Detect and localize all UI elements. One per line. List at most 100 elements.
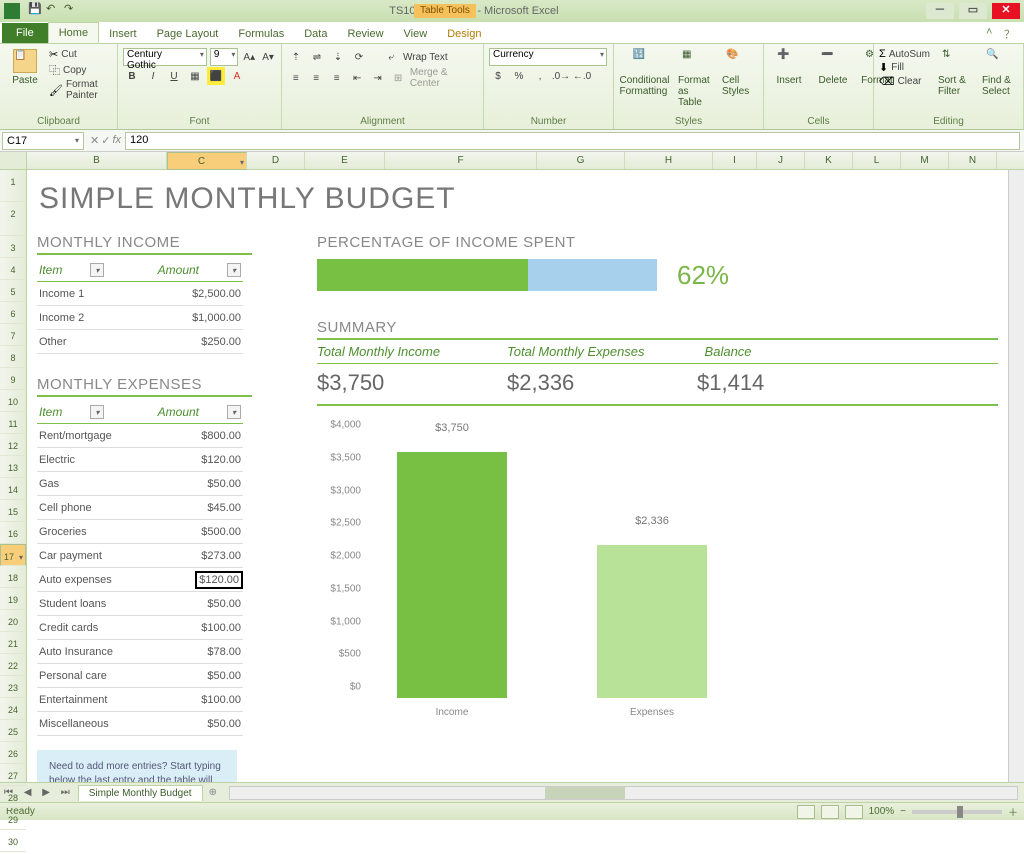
table-row[interactable]: Auto expenses$120.00 (37, 568, 243, 592)
merge-center-button[interactable]: ⊞ (389, 69, 406, 87)
row-header[interactable]: 6 (0, 302, 26, 324)
col-header[interactable]: M (901, 152, 949, 169)
indent-dec-icon[interactable]: ⇤ (348, 69, 365, 87)
save-icon[interactable]: 💾 (28, 2, 42, 16)
table-row[interactable]: Gas$50.00 (37, 472, 243, 496)
tab-insert[interactable]: Insert (99, 24, 147, 43)
font-name-select[interactable]: Century Gothic (123, 48, 207, 66)
row-header[interactable]: 21 (0, 632, 26, 654)
col-header[interactable]: J (757, 152, 805, 169)
table-row[interactable]: Miscellaneous$50.00 (37, 712, 243, 736)
row-header[interactable]: 2 (0, 202, 26, 236)
align-middle-icon[interactable]: ⇌ (308, 48, 326, 66)
autosum-button[interactable]: Σ AutoSum (879, 48, 930, 60)
find-select-button[interactable]: 🔍Find & Select (978, 47, 1018, 99)
horizontal-scrollbar[interactable] (229, 786, 1018, 800)
row-header[interactable]: 13 (0, 456, 26, 478)
paste-button[interactable]: 📋Paste (5, 47, 45, 88)
border-button[interactable]: ▦ (186, 67, 204, 85)
maximize-button[interactable]: ▭ (959, 3, 987, 19)
zoom-slider[interactable] (912, 810, 1002, 814)
tab-view[interactable]: View (394, 24, 438, 43)
table-row[interactable]: Student loans$50.00 (37, 592, 243, 616)
row-header[interactable]: 1 (0, 170, 26, 202)
table-row[interactable]: Cell phone$45.00 (37, 496, 243, 520)
clear-button[interactable]: ⌫ Clear (879, 75, 930, 88)
row-header[interactable]: 14 (0, 478, 26, 500)
align-top-icon[interactable]: ⇡ (287, 48, 305, 66)
underline-button[interactable]: U (165, 67, 183, 85)
close-button[interactable]: ✕ (992, 3, 1020, 19)
tab-review[interactable]: Review (337, 24, 393, 43)
zoom-out-icon[interactable]: − (900, 806, 906, 817)
select-all-corner[interactable] (0, 152, 27, 169)
tab-data[interactable]: Data (294, 24, 337, 43)
font-color-button[interactable]: A (228, 67, 246, 85)
sheet-tab[interactable]: Simple Monthly Budget (78, 785, 203, 801)
col-header[interactable]: I (713, 152, 757, 169)
col-header[interactable]: H (625, 152, 713, 169)
name-box[interactable]: C17 (2, 132, 84, 150)
enter-formula-icon[interactable]: ✓ (101, 134, 110, 147)
tab-file[interactable]: File (2, 23, 48, 43)
row-header[interactable]: 3 (0, 236, 26, 258)
table-row[interactable]: Income 1$2,500.00 (37, 282, 243, 306)
fx-icon[interactable]: fx (112, 134, 121, 147)
undo-icon[interactable]: ↶ (46, 2, 60, 16)
grid[interactable]: SIMPLE MONTHLY BUDGET MONTHLY INCOME Ite… (27, 170, 1008, 782)
tab-formulas[interactable]: Formulas (228, 24, 294, 43)
orientation-icon[interactable]: ⟳ (350, 48, 368, 66)
row-header[interactable]: 20 (0, 610, 26, 632)
row-header[interactable]: 28 (0, 786, 26, 808)
row-header[interactable]: 22 (0, 654, 26, 676)
fill-button[interactable]: ⬇ Fill (879, 61, 930, 74)
align-left-icon[interactable]: ≡ (287, 69, 304, 87)
fill-color-button[interactable]: ⬛ (207, 67, 225, 85)
filter-icon[interactable]: ▾ (227, 263, 241, 277)
row-header[interactable]: 30 (0, 830, 26, 852)
font-size-select[interactable]: 9 (210, 48, 239, 66)
row-header[interactable]: 5 (0, 280, 26, 302)
zoom-level[interactable]: 100% (869, 806, 895, 817)
new-sheet-icon[interactable]: ⊕ (203, 787, 223, 798)
table-row[interactable]: Income 2$1,000.00 (37, 306, 243, 330)
minimize-ribbon-icon[interactable]: ˄ (986, 26, 1000, 40)
tab-home[interactable]: Home (48, 22, 99, 43)
redo-icon[interactable]: ↷ (64, 2, 78, 16)
col-header[interactable]: B (27, 152, 167, 169)
row-header[interactable]: 24 (0, 698, 26, 720)
indent-inc-icon[interactable]: ⇥ (369, 69, 386, 87)
row-header[interactable]: 27 (0, 764, 26, 786)
cancel-formula-icon[interactable]: ✕ (90, 134, 99, 147)
format-as-table-button[interactable]: ▦Format as Table (674, 47, 714, 110)
percent-icon[interactable]: % (510, 67, 528, 85)
table-row[interactable]: Rent/mortgage$800.00 (37, 424, 243, 448)
row-header[interactable]: 15 (0, 500, 26, 522)
worksheet[interactable]: 1234567891011121314151617181920212223242… (0, 170, 1024, 782)
align-center-icon[interactable]: ≡ (307, 69, 324, 87)
row-header[interactable]: 19 (0, 588, 26, 610)
filter-icon[interactable]: ▾ (227, 405, 241, 419)
help-icon[interactable]: ？ (1004, 26, 1018, 40)
row-header[interactable]: 7 (0, 324, 26, 346)
delete-cells-button[interactable]: ➖Delete (813, 47, 853, 88)
table-row[interactable]: Groceries$500.00 (37, 520, 243, 544)
row-header[interactable]: 25 (0, 720, 26, 742)
col-header[interactable]: N (949, 152, 997, 169)
col-header[interactable]: K (805, 152, 853, 169)
row-header[interactable]: 11 (0, 412, 26, 434)
sort-filter-button[interactable]: ⇅Sort & Filter (934, 47, 974, 99)
filter-icon[interactable]: ▾ (90, 263, 104, 277)
formula-input[interactable]: 120 (125, 132, 1020, 150)
number-format-select[interactable]: Currency (489, 48, 607, 66)
col-header[interactable]: E (305, 152, 385, 169)
col-header[interactable]: D (247, 152, 305, 169)
row-header[interactable]: 26 (0, 742, 26, 764)
format-painter-button[interactable]: 🖌 Format Painter (49, 79, 112, 101)
table-row[interactable]: Other$250.00 (37, 330, 243, 354)
conditional-formatting-button[interactable]: 🔢Conditional Formatting (619, 47, 670, 99)
table-row[interactable]: Electric$120.00 (37, 448, 243, 472)
col-header[interactable]: G (537, 152, 625, 169)
insert-cells-button[interactable]: ➕Insert (769, 47, 809, 88)
filter-icon[interactable]: ▾ (90, 405, 104, 419)
